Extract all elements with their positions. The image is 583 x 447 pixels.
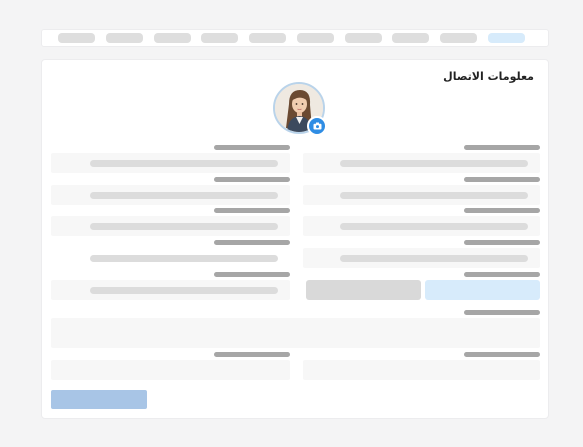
input-r6[interactable] <box>303 360 540 380</box>
input-r4[interactable] <box>303 248 540 268</box>
section-title: معلومات الاتصال <box>443 70 534 83</box>
input-l5-placeholder <box>90 287 278 294</box>
input-l2-placeholder <box>90 192 278 199</box>
input-r1-placeholder <box>340 160 528 167</box>
field-label-l3 <box>214 208 290 213</box>
input-l3[interactable] <box>51 216 290 236</box>
field-label-wide <box>464 310 540 315</box>
textarea-wide[interactable] <box>51 318 540 348</box>
contact-form-card: معلومات الاتصال <box>41 59 549 419</box>
option-button-secondary[interactable] <box>306 280 421 300</box>
field-label-r6 <box>464 352 540 357</box>
tab-1[interactable] <box>58 33 95 43</box>
input-r1[interactable] <box>303 153 540 173</box>
camera-glyph <box>313 122 321 130</box>
profile-avatar[interactable] <box>273 82 327 136</box>
tab-3[interactable] <box>154 33 191 43</box>
field-label-l2 <box>214 177 290 182</box>
field-label-l1 <box>214 145 290 150</box>
tab-4[interactable] <box>201 33 238 43</box>
input-l3-placeholder <box>90 223 278 230</box>
input-r2-placeholder <box>340 192 528 199</box>
field-label-r3 <box>464 208 540 213</box>
page-frame: معلومات الاتصال <box>0 0 583 447</box>
tab-9[interactable] <box>440 33 477 43</box>
input-l1-placeholder <box>90 160 278 167</box>
input-r3-placeholder <box>340 223 528 230</box>
input-r2[interactable] <box>303 185 540 205</box>
input-r3[interactable] <box>303 216 540 236</box>
field-label-r5 <box>464 272 540 277</box>
camera-icon[interactable] <box>307 116 327 136</box>
field-label-r1 <box>464 145 540 150</box>
submit-button[interactable] <box>51 390 147 409</box>
tab-6[interactable] <box>297 33 334 43</box>
input-l6[interactable] <box>51 360 290 380</box>
option-button-primary[interactable] <box>425 280 540 300</box>
tab-2[interactable] <box>106 33 143 43</box>
field-label-l6 <box>214 352 290 357</box>
tab-10-active[interactable] <box>488 33 525 43</box>
input-l5[interactable] <box>51 280 290 300</box>
tab-8[interactable] <box>392 33 429 43</box>
input-l4-placeholder <box>90 255 278 262</box>
input-l4[interactable] <box>51 248 290 268</box>
tab-7[interactable] <box>345 33 382 43</box>
input-l1[interactable] <box>51 153 290 173</box>
tab-bar <box>41 29 549 47</box>
field-label-l5 <box>214 272 290 277</box>
field-label-r2 <box>464 177 540 182</box>
input-l2[interactable] <box>51 185 290 205</box>
input-r4-placeholder <box>340 255 528 262</box>
field-label-r4 <box>464 240 540 245</box>
field-label-l4 <box>214 240 290 245</box>
tab-5[interactable] <box>249 33 286 43</box>
